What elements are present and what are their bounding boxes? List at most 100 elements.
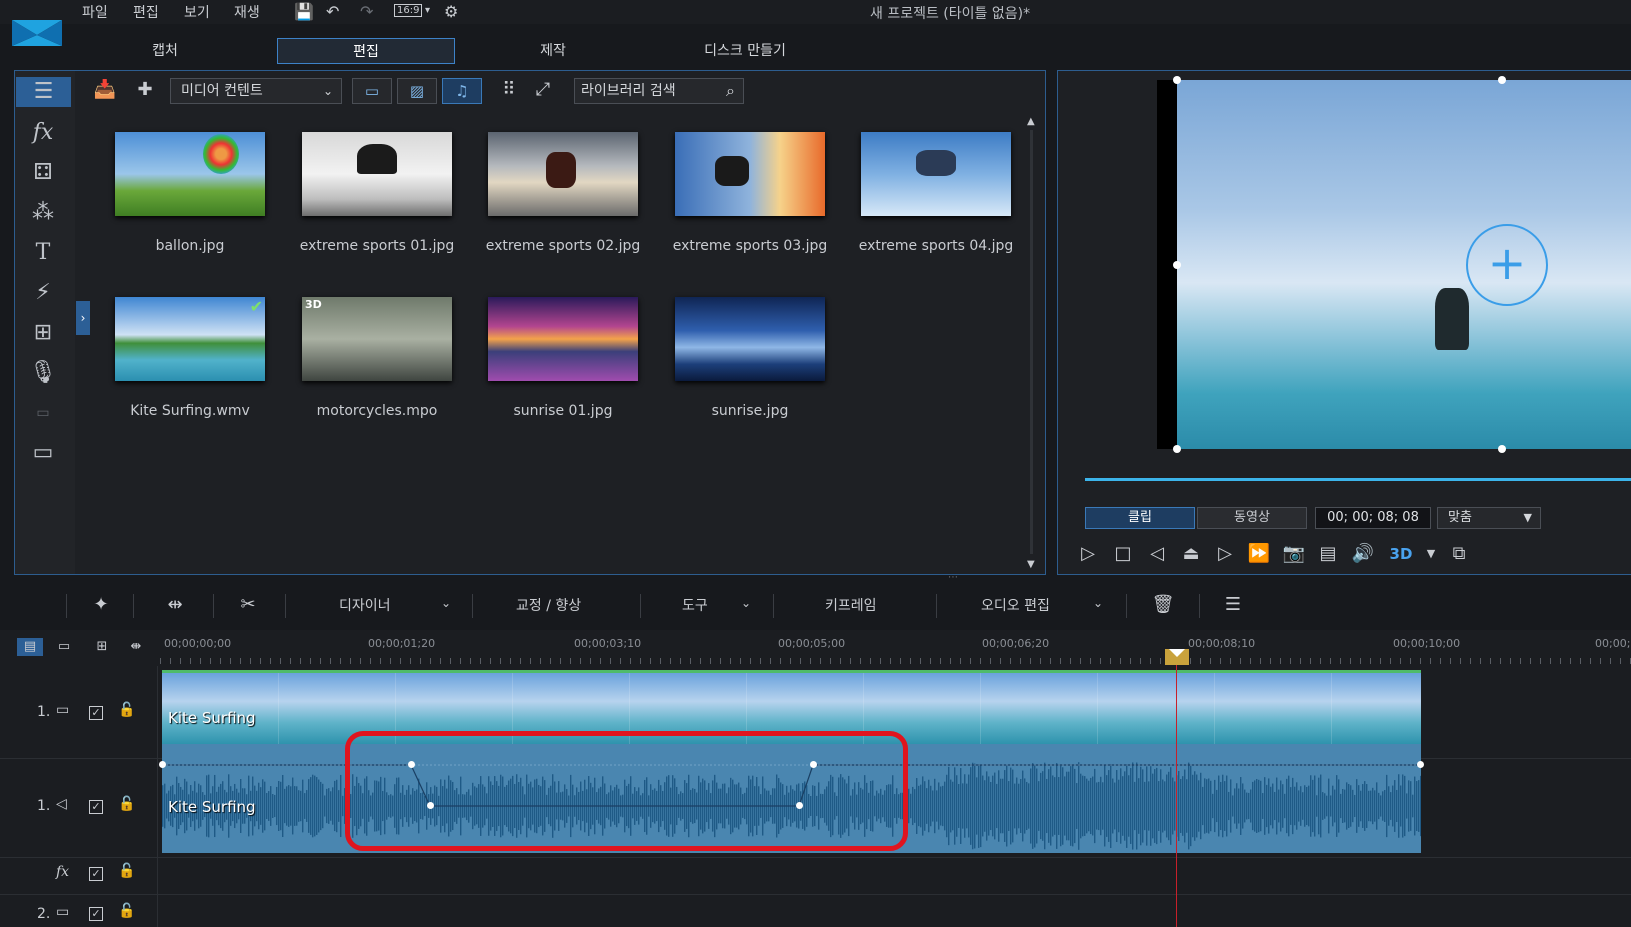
plugins-icon[interactable]: ✚ <box>130 76 160 104</box>
media-item-extreme-sports-02[interactable]: extreme sports 02.jpg <box>473 132 643 272</box>
preview-progress-bar[interactable] <box>1085 478 1631 481</box>
subtitle-room-icon[interactable]: ▭ <box>26 438 60 468</box>
audio-mixing-icon[interactable]: ⊞ <box>26 318 60 348</box>
fast-forward-icon[interactable]: ⏩ <box>1246 541 1272 567</box>
media-item-kite-surfing[interactable]: ✔ Kite Surfing.wmv <box>100 297 270 437</box>
fix-enhance-button[interactable]: 교정 / 향상 <box>516 595 581 615</box>
magic-tools-icon[interactable]: ✦ <box>86 592 116 618</box>
snapshot-camera-icon[interactable]: 📷 <box>1281 541 1307 567</box>
tab-produce[interactable]: 제작 <box>488 38 618 64</box>
storyboard-view-button[interactable]: ▭ <box>51 638 77 656</box>
lock-icon[interactable]: 🔓 <box>118 863 135 879</box>
pip-objects-icon[interactable]: ⚃ <box>26 158 60 188</box>
chevron-down-icon[interactable]: ⌄ <box>441 596 451 610</box>
split-marker-icon[interactable]: ⏏ <box>1178 541 1204 567</box>
library-search-input[interactable]: 라이브러리 검색 ⌕ <box>574 78 744 104</box>
tab-capture[interactable]: 캡처 <box>100 38 230 64</box>
expand-panel-chevron-icon[interactable]: › <box>76 301 90 335</box>
menu-view[interactable]: 보기 <box>184 2 210 22</box>
import-media-icon[interactable]: 📥 <box>90 76 120 104</box>
filter-video-button[interactable]: ▭ <box>352 78 392 104</box>
volume-icon[interactable]: 🔊 <box>1350 541 1376 567</box>
resize-handle[interactable] <box>1173 445 1181 453</box>
resize-handle[interactable] <box>1498 76 1506 84</box>
menu-file[interactable]: 파일 <box>82 2 108 22</box>
menu-edit[interactable]: 편집 <box>133 2 159 22</box>
filter-image-button[interactable]: ▨ <box>397 78 437 104</box>
delete-trash-icon[interactable]: 🗑 <box>1148 592 1178 618</box>
keyframe-button[interactable]: 키프레임 <box>825 595 877 615</box>
thumbnail <box>675 132 825 216</box>
resize-handle[interactable] <box>1498 445 1506 453</box>
media-item-ballon[interactable]: ballon.jpg <box>100 132 270 272</box>
media-room-icon[interactable]: ☰ <box>16 77 71 107</box>
chevron-down-icon[interactable]: ⌄ <box>741 596 751 610</box>
media-item-motorcycles[interactable]: 3D motorcycles.mpo <box>287 297 457 437</box>
library-scrollbar[interactable]: ▲ ▼ <box>1027 116 1037 570</box>
chapter-room-icon[interactable]: ▭ <box>26 398 60 428</box>
resize-handle[interactable] <box>1173 76 1181 84</box>
filter-audio-button[interactable]: ♫ <box>442 78 482 104</box>
splitter-handle[interactable]: ⋯ <box>948 573 972 583</box>
move-crosshair-icon[interactable]: + <box>1466 224 1548 306</box>
media-item-extreme-sports-04[interactable]: extreme sports 04.jpg <box>846 132 1016 272</box>
resize-thumbnails-icon[interactable]: ⤢ <box>528 76 558 104</box>
designer-menu[interactable]: 디자이너 <box>339 595 391 615</box>
tools-menu[interactable]: 도구 <box>682 595 708 615</box>
split-scissors-icon[interactable]: ✂ <box>233 592 263 618</box>
track-enable-checkbox[interactable]: ✓ <box>89 800 103 814</box>
tab-create-disc[interactable]: 디스크 만들기 <box>670 38 820 64</box>
search-icon[interactable]: ⌕ <box>726 79 735 103</box>
media-item-extreme-sports-03[interactable]: extreme sports 03.jpg <box>660 132 830 272</box>
audio-edit-menu[interactable]: 오디오 편집 <box>981 595 1050 615</box>
volume-keyframe[interactable] <box>1417 761 1424 768</box>
media-item-sunrise[interactable]: sunrise.jpg <box>660 297 830 437</box>
lock-icon[interactable]: 🔓 <box>118 702 135 718</box>
add-track-icon[interactable]: ⊞ <box>89 638 115 656</box>
tab-edit[interactable]: 편집 <box>277 38 455 64</box>
play-icon[interactable]: ▷ <box>1075 541 1101 567</box>
track-manager-icon[interactable]: ☰ <box>1218 592 1248 618</box>
chevron-down-icon[interactable]: ▼ <box>1418 541 1444 567</box>
3d-mode-button[interactable]: 3D <box>1388 541 1414 567</box>
stop-icon[interactable]: □ <box>1110 541 1136 567</box>
fx-room-icon[interactable]: fx <box>26 118 60 148</box>
particle-room-icon[interactable]: ⁂ <box>26 198 60 228</box>
movie-mode-tab[interactable]: 동영상 <box>1197 507 1307 529</box>
zoom-fit-dropdown[interactable]: 맞춤 ▼ <box>1437 507 1541 529</box>
chevron-down-icon[interactable]: ⌄ <box>1093 596 1103 610</box>
media-content-dropdown[interactable]: 미디어 컨텐트 ⌄ <box>170 78 342 104</box>
redo-icon[interactable]: ↷ <box>360 2 373 21</box>
media-item-sunrise-01[interactable]: sunrise 01.jpg <box>473 297 643 437</box>
subtitles-icon[interactable]: ▤ <box>1315 541 1341 567</box>
track-enable-checkbox[interactable]: ✓ <box>89 867 103 881</box>
timeline-view-button[interactable]: ▤ <box>17 638 43 656</box>
undock-preview-icon[interactable]: ⧉ <box>1446 541 1472 567</box>
menu-playback[interactable]: 재생 <box>234 2 260 22</box>
media-item-extreme-sports-01[interactable]: extreme sports 01.jpg <box>287 132 457 272</box>
transition-room-icon[interactable]: ⚡ <box>26 278 60 308</box>
next-frame-icon[interactable]: ▷ <box>1212 541 1238 567</box>
clip-mode-tab[interactable]: 클립 <box>1085 507 1195 529</box>
timecode-display[interactable]: 00; 00; 08; 08 <box>1315 507 1431 529</box>
volume-keyframe[interactable] <box>159 761 166 768</box>
aspect-ratio-button[interactable]: 16:9 <box>394 4 423 17</box>
resize-handle[interactable] <box>1173 261 1181 269</box>
undo-icon[interactable]: ↶ <box>326 2 339 21</box>
chevron-down-icon[interactable]: ▾ <box>425 5 430 16</box>
previous-frame-icon[interactable]: ◁ <box>1144 541 1170 567</box>
save-icon[interactable]: 💾 <box>294 2 314 21</box>
preview-video-frame[interactable] <box>1177 80 1631 449</box>
lock-icon[interactable]: 🔓 <box>118 796 135 812</box>
fit-timeline-icon[interactable]: ⇹ <box>160 592 190 618</box>
track-enable-checkbox[interactable]: ✓ <box>89 706 103 720</box>
view-grid-icon[interactable]: ⠿ <box>494 76 524 104</box>
voice-over-microphone-icon[interactable]: 🎙 <box>26 358 60 388</box>
thumbnail <box>115 132 265 216</box>
zoom-timeline-icon[interactable]: ⇼ <box>123 638 149 656</box>
title-room-icon[interactable]: T <box>26 238 60 268</box>
settings-gear-icon[interactable]: ⚙ <box>444 2 458 21</box>
playhead-handle[interactable] <box>1165 649 1189 665</box>
lock-icon[interactable]: 🔓 <box>118 903 135 919</box>
track-enable-checkbox[interactable]: ✓ <box>89 907 103 921</box>
